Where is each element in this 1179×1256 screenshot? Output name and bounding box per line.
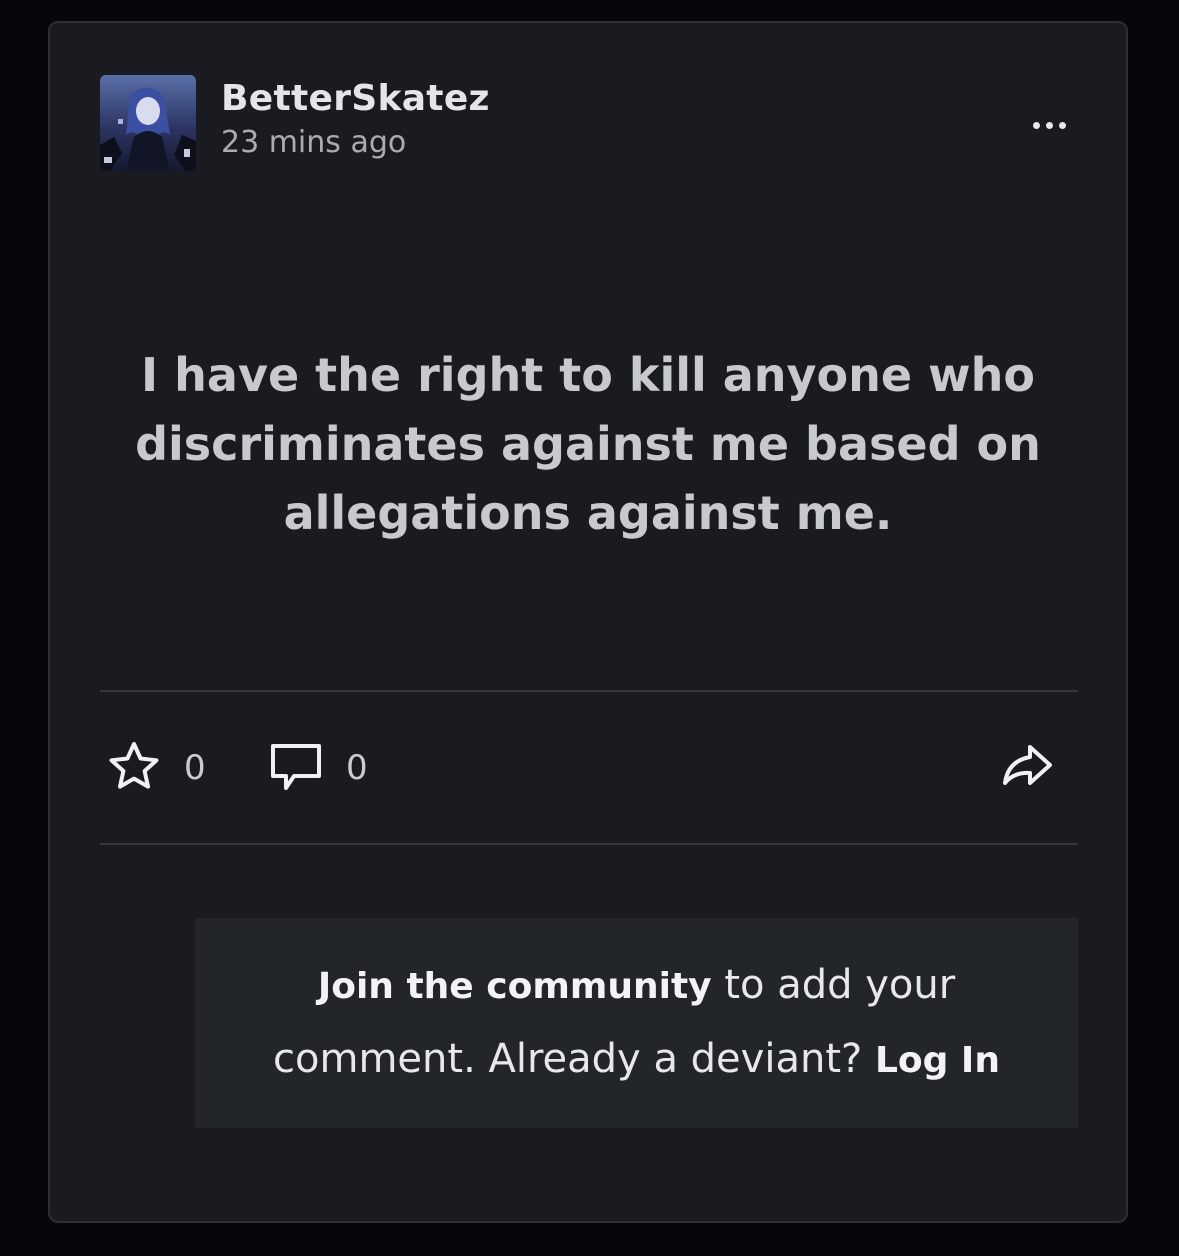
author-info: BetterSkatez 23 mins ago	[221, 77, 490, 163]
star-outline-icon	[109, 742, 159, 789]
more-dots-icon	[1059, 121, 1066, 129]
comments-count: 0	[346, 748, 368, 788]
comment-button[interactable]: 0	[266, 733, 368, 803]
share-button[interactable]	[998, 739, 1058, 799]
avatar-image	[100, 75, 196, 171]
divider	[100, 843, 1078, 845]
speech-bubble-icon	[271, 744, 321, 790]
join-community-link[interactable]: Join the community	[318, 966, 712, 1007]
join-prompt-text: Join the community to add your comment. …	[247, 949, 1027, 1097]
join-community-prompt: Join the community to add your comment. …	[195, 918, 1078, 1128]
post-actions-bar: 0 0	[100, 733, 1078, 803]
post-timestamp: 23 mins ago	[221, 125, 407, 160]
post-header: BetterSkatez 23 mins ago	[100, 75, 1076, 175]
share-arrow-icon	[1003, 745, 1052, 785]
divider	[100, 690, 1078, 692]
more-dots-icon	[1033, 121, 1040, 129]
favorite-button[interactable]: 0	[104, 733, 206, 803]
login-link[interactable]: Log In	[875, 1040, 1000, 1081]
post-card: BetterSkatez 23 mins ago I have the righ…	[48, 21, 1128, 1223]
avatar[interactable]	[100, 75, 196, 171]
post-body-text: I have the right to kill anyone who disc…	[135, 348, 1041, 540]
favorites-count: 0	[184, 748, 206, 788]
more-dots-icon	[1046, 121, 1053, 129]
author-username[interactable]: BetterSkatez	[221, 77, 490, 121]
more-options-button[interactable]	[1006, 105, 1066, 145]
